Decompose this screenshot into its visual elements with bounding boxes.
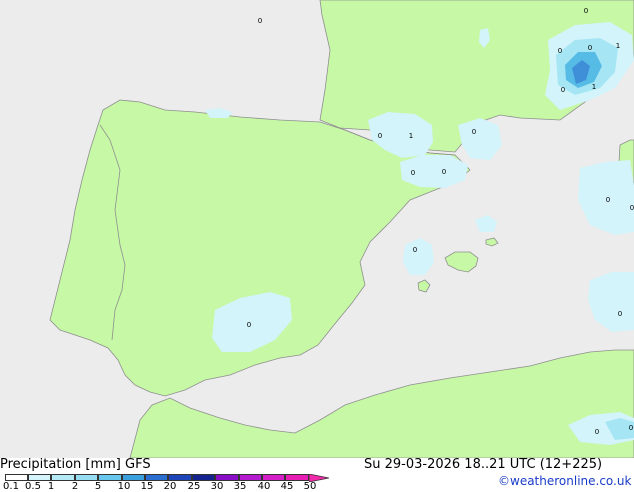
legend-tick: 50	[303, 481, 317, 492]
legend-tick: 0.5	[25, 481, 41, 492]
legend-tick: 20	[163, 481, 177, 492]
legend-tick: 1	[47, 481, 55, 492]
legend-swatch	[168, 474, 192, 481]
legend-tick: 5	[94, 481, 102, 492]
value-label: 1	[616, 42, 620, 50]
value-label: 0	[584, 7, 588, 15]
legend-tick: 40	[257, 481, 271, 492]
legend-tick: 0.1	[3, 481, 19, 492]
credit-link[interactable]: ©weatheronline.co.uk	[498, 475, 631, 488]
value-label: 0	[588, 44, 592, 52]
legend-swatch	[51, 474, 75, 481]
legend-tick: 10	[117, 481, 131, 492]
legend-tick: 15	[140, 481, 154, 492]
value-label: 0	[413, 246, 417, 254]
value-label: 0	[258, 17, 262, 25]
value-label: 0	[411, 169, 415, 177]
value-label: 1	[409, 132, 413, 140]
legend-swatch	[75, 474, 98, 481]
legend-swatch	[262, 474, 285, 481]
value-label: 0	[247, 321, 251, 329]
legend-tick: 30	[210, 481, 224, 492]
legend-tick: 25	[187, 481, 201, 492]
value-label: 0	[472, 128, 476, 136]
legend-swatch	[122, 474, 145, 481]
precipitation-map: 0 0 1 0 0 0 0 0 1 0 1 0 0 0 0 0 0 0 0	[0, 0, 634, 458]
value-label: 0	[558, 47, 562, 55]
value-label: 0	[618, 310, 622, 318]
legend-tick: 35	[233, 481, 247, 492]
value-label: 1	[592, 83, 596, 91]
value-label: 0	[606, 196, 610, 204]
value-label: 0	[630, 204, 634, 212]
value-label: 0	[442, 168, 446, 176]
legend-swatch	[98, 474, 122, 481]
map-title: Precipitation [mm] GFS	[0, 457, 151, 472]
legend-swatch	[28, 474, 51, 481]
value-label: 0	[378, 132, 382, 140]
value-label: 0	[629, 424, 633, 432]
legend-swatch	[192, 474, 215, 481]
legend-swatch	[5, 474, 28, 481]
value-label: 0	[561, 86, 565, 94]
value-label: 0	[595, 428, 599, 436]
forecast-datetime: Su 29-03-2026 18..21 UTC (12+225)	[364, 457, 603, 472]
legend-tick: 45	[280, 481, 294, 492]
legend-swatch	[285, 474, 309, 481]
legend-swatch	[145, 474, 168, 481]
legend-tick: 2	[71, 481, 79, 492]
legend-swatch	[239, 474, 262, 481]
legend-swatch	[215, 474, 239, 481]
